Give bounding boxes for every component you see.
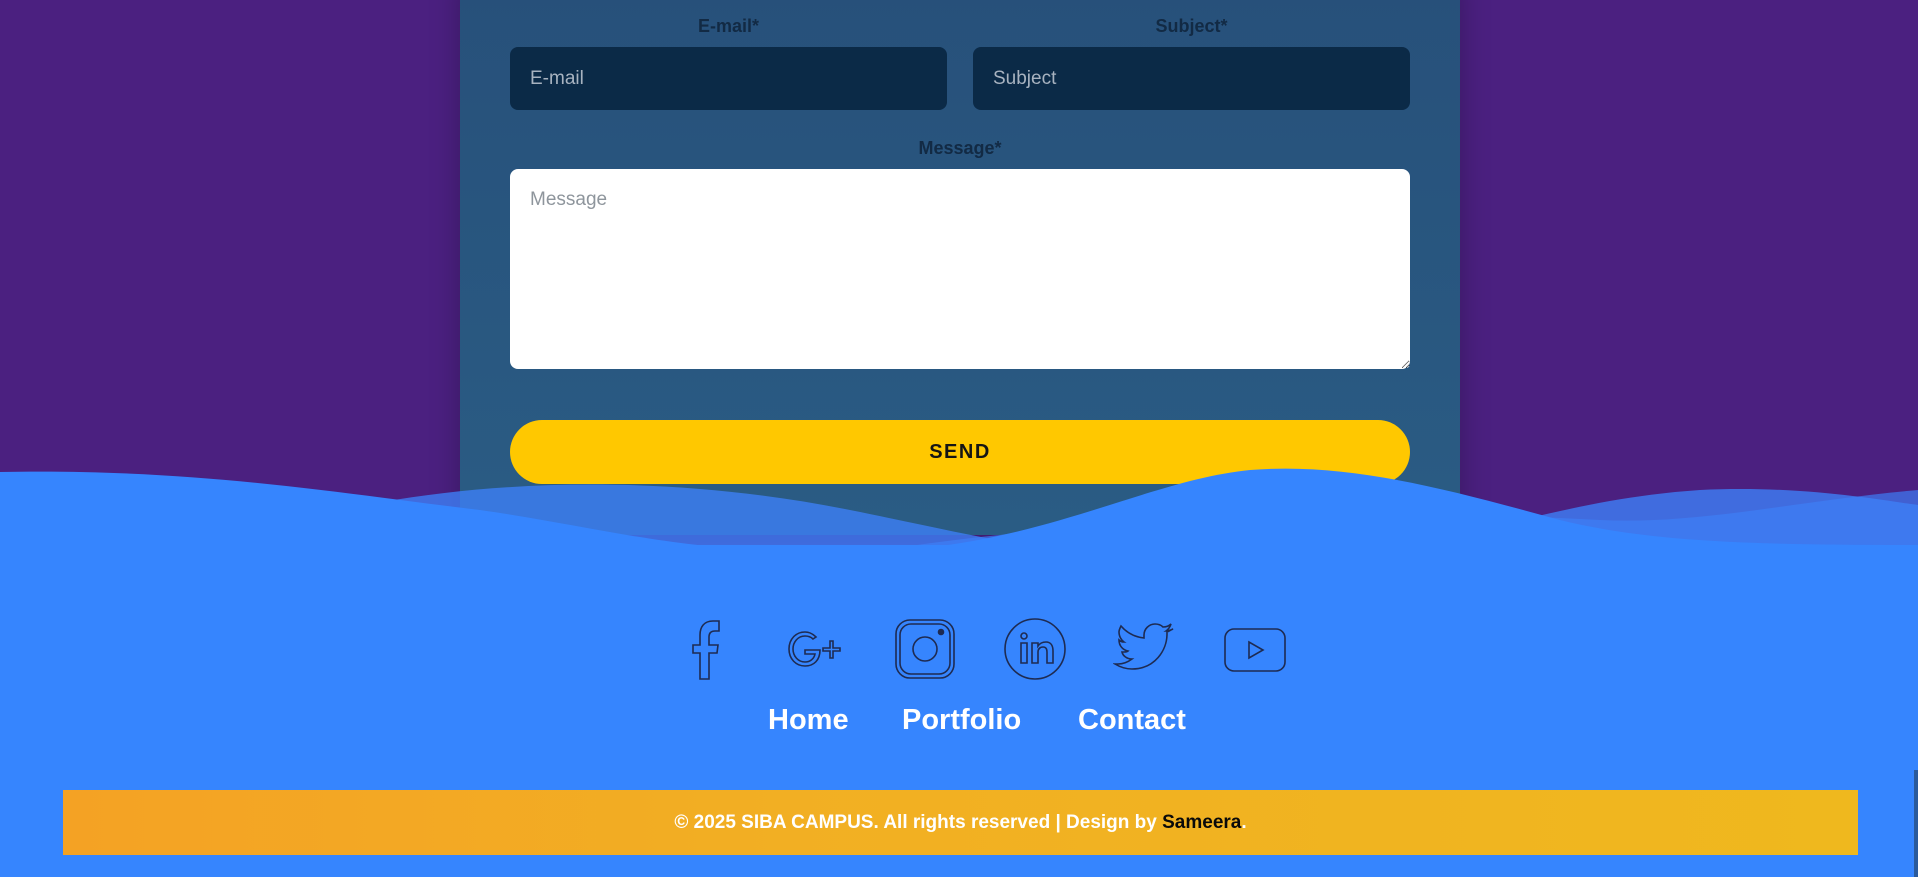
instagram-icon[interactable]	[893, 617, 957, 681]
copyright-end: .	[1241, 811, 1247, 833]
email-input[interactable]	[510, 47, 947, 110]
social-links	[0, 617, 1918, 681]
youtube-icon[interactable]	[1223, 617, 1287, 681]
email-label: E-mail*	[697, 16, 760, 36]
footer-nav: Home Portfolio Contact	[0, 704, 1918, 744]
facebook-icon[interactable]	[673, 617, 737, 681]
linkedin-icon[interactable]	[1003, 617, 1067, 681]
nav-home[interactable]: Home	[768, 704, 849, 737]
message-textarea[interactable]	[510, 169, 1410, 369]
contact-page: E-mail* Subject* Message* SEND	[0, 0, 1918, 877]
nav-contact[interactable]: Contact	[1078, 704, 1186, 737]
message-label: Message*	[918, 138, 1002, 158]
copyright-text: © 2025 SIBA CAMPUS. All rights reserved …	[674, 811, 1163, 833]
subject-input[interactable]	[973, 47, 1410, 110]
scrollbar-thumb[interactable]	[1914, 770, 1918, 877]
nav-portfolio[interactable]: Portfolio	[902, 704, 1021, 737]
copyright-bar: © 2025 SIBA CAMPUS. All rights reserved …	[63, 790, 1858, 855]
author-link[interactable]: Sameera	[1162, 812, 1241, 834]
subject-label: Subject*	[1155, 16, 1228, 36]
twitter-icon[interactable]	[1113, 617, 1177, 681]
google-plus-icon[interactable]	[782, 617, 846, 681]
